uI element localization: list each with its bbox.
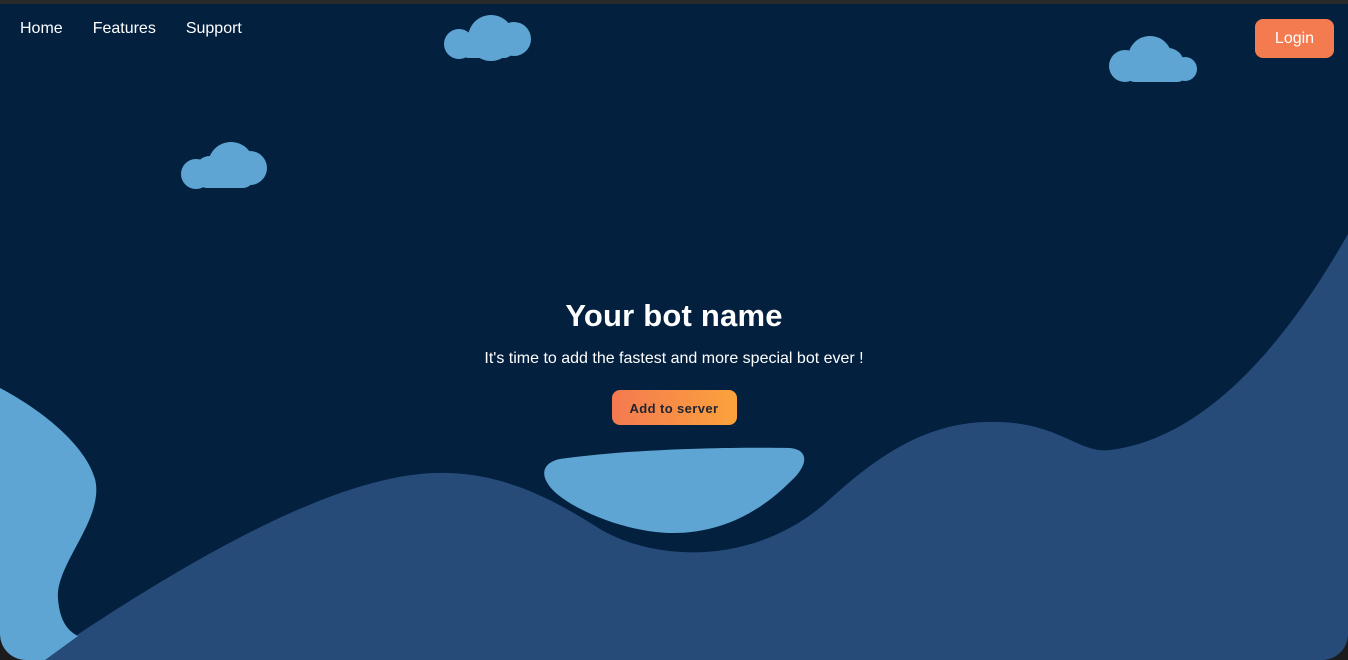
- cloud-icon: [444, 15, 531, 61]
- nav-features-link[interactable]: Features: [93, 19, 156, 39]
- left-blob: [0, 388, 97, 660]
- add-to-server-button[interactable]: Add to server: [611, 390, 737, 425]
- landing-page: Home Features Support Login Your bot nam…: [0, 4, 1348, 660]
- hero-subtitle: It's time to add the fastest and more sp…: [484, 350, 864, 367]
- top-navigation: Home Features Support: [20, 19, 272, 39]
- hero-title: Your bot name: [565, 298, 783, 333]
- nav-support-link[interactable]: Support: [186, 19, 242, 39]
- login-button[interactable]: Login: [1255, 19, 1334, 58]
- cloud-icon: [181, 142, 267, 189]
- cloud-icon: [1109, 36, 1197, 82]
- nav-home-link[interactable]: Home: [20, 19, 63, 39]
- hero-section: Your bot name It's time to add the faste…: [0, 294, 1348, 425]
